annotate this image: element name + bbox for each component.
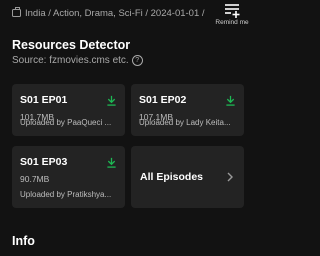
episode-title: S01 EP02 xyxy=(139,94,187,106)
remind-me-label: Remind me xyxy=(215,19,249,26)
download-icon[interactable] xyxy=(225,95,236,106)
episode-card[interactable]: S01 EP03 90.7MB Uploaded by Pratikshya..… xyxy=(12,146,125,208)
episode-size: 90.7MB xyxy=(20,174,50,184)
playlist-add-icon xyxy=(225,4,240,18)
all-episodes-label: All Episodes xyxy=(140,171,204,183)
episode-title: S01 EP03 xyxy=(20,156,68,168)
chevron-right-icon xyxy=(227,172,233,182)
episode-card[interactable]: S01 EP02 107.1MB Uploaded by Lady Keita.… xyxy=(131,84,244,136)
download-icon[interactable] xyxy=(106,95,117,106)
help-icon[interactable]: ? xyxy=(131,55,143,66)
episode-card[interactable]: S01 EP01 101.7MB Uploaded by PaaQueci ..… xyxy=(12,84,125,136)
tv-icon xyxy=(12,7,21,17)
remind-me-button[interactable]: Remind me xyxy=(215,2,249,26)
episode-uploader: Uploaded by Pratikshya... xyxy=(20,190,112,199)
download-icon[interactable] xyxy=(106,157,117,168)
resources-detector-title: Resources Detector xyxy=(12,38,131,52)
episode-title: S01 EP01 xyxy=(20,94,68,106)
episode-uploader: Uploaded by Lady Keita... xyxy=(139,118,231,127)
source-text: Source: fzmovies.cms etc. xyxy=(12,55,129,66)
episode-uploader: Uploaded by PaaQueci ... xyxy=(20,118,112,127)
info-title: Info xyxy=(12,234,35,248)
source-row: Source: fzmovies.cms etc. ? xyxy=(12,55,143,66)
movie-meta-row: India / Action, Drama, Sci-Fi / 2024-01-… xyxy=(12,4,212,22)
movie-meta-text: India / Action, Drama, Sci-Fi / 2024-01-… xyxy=(25,7,205,19)
all-episodes-button[interactable]: All Episodes xyxy=(131,146,244,208)
